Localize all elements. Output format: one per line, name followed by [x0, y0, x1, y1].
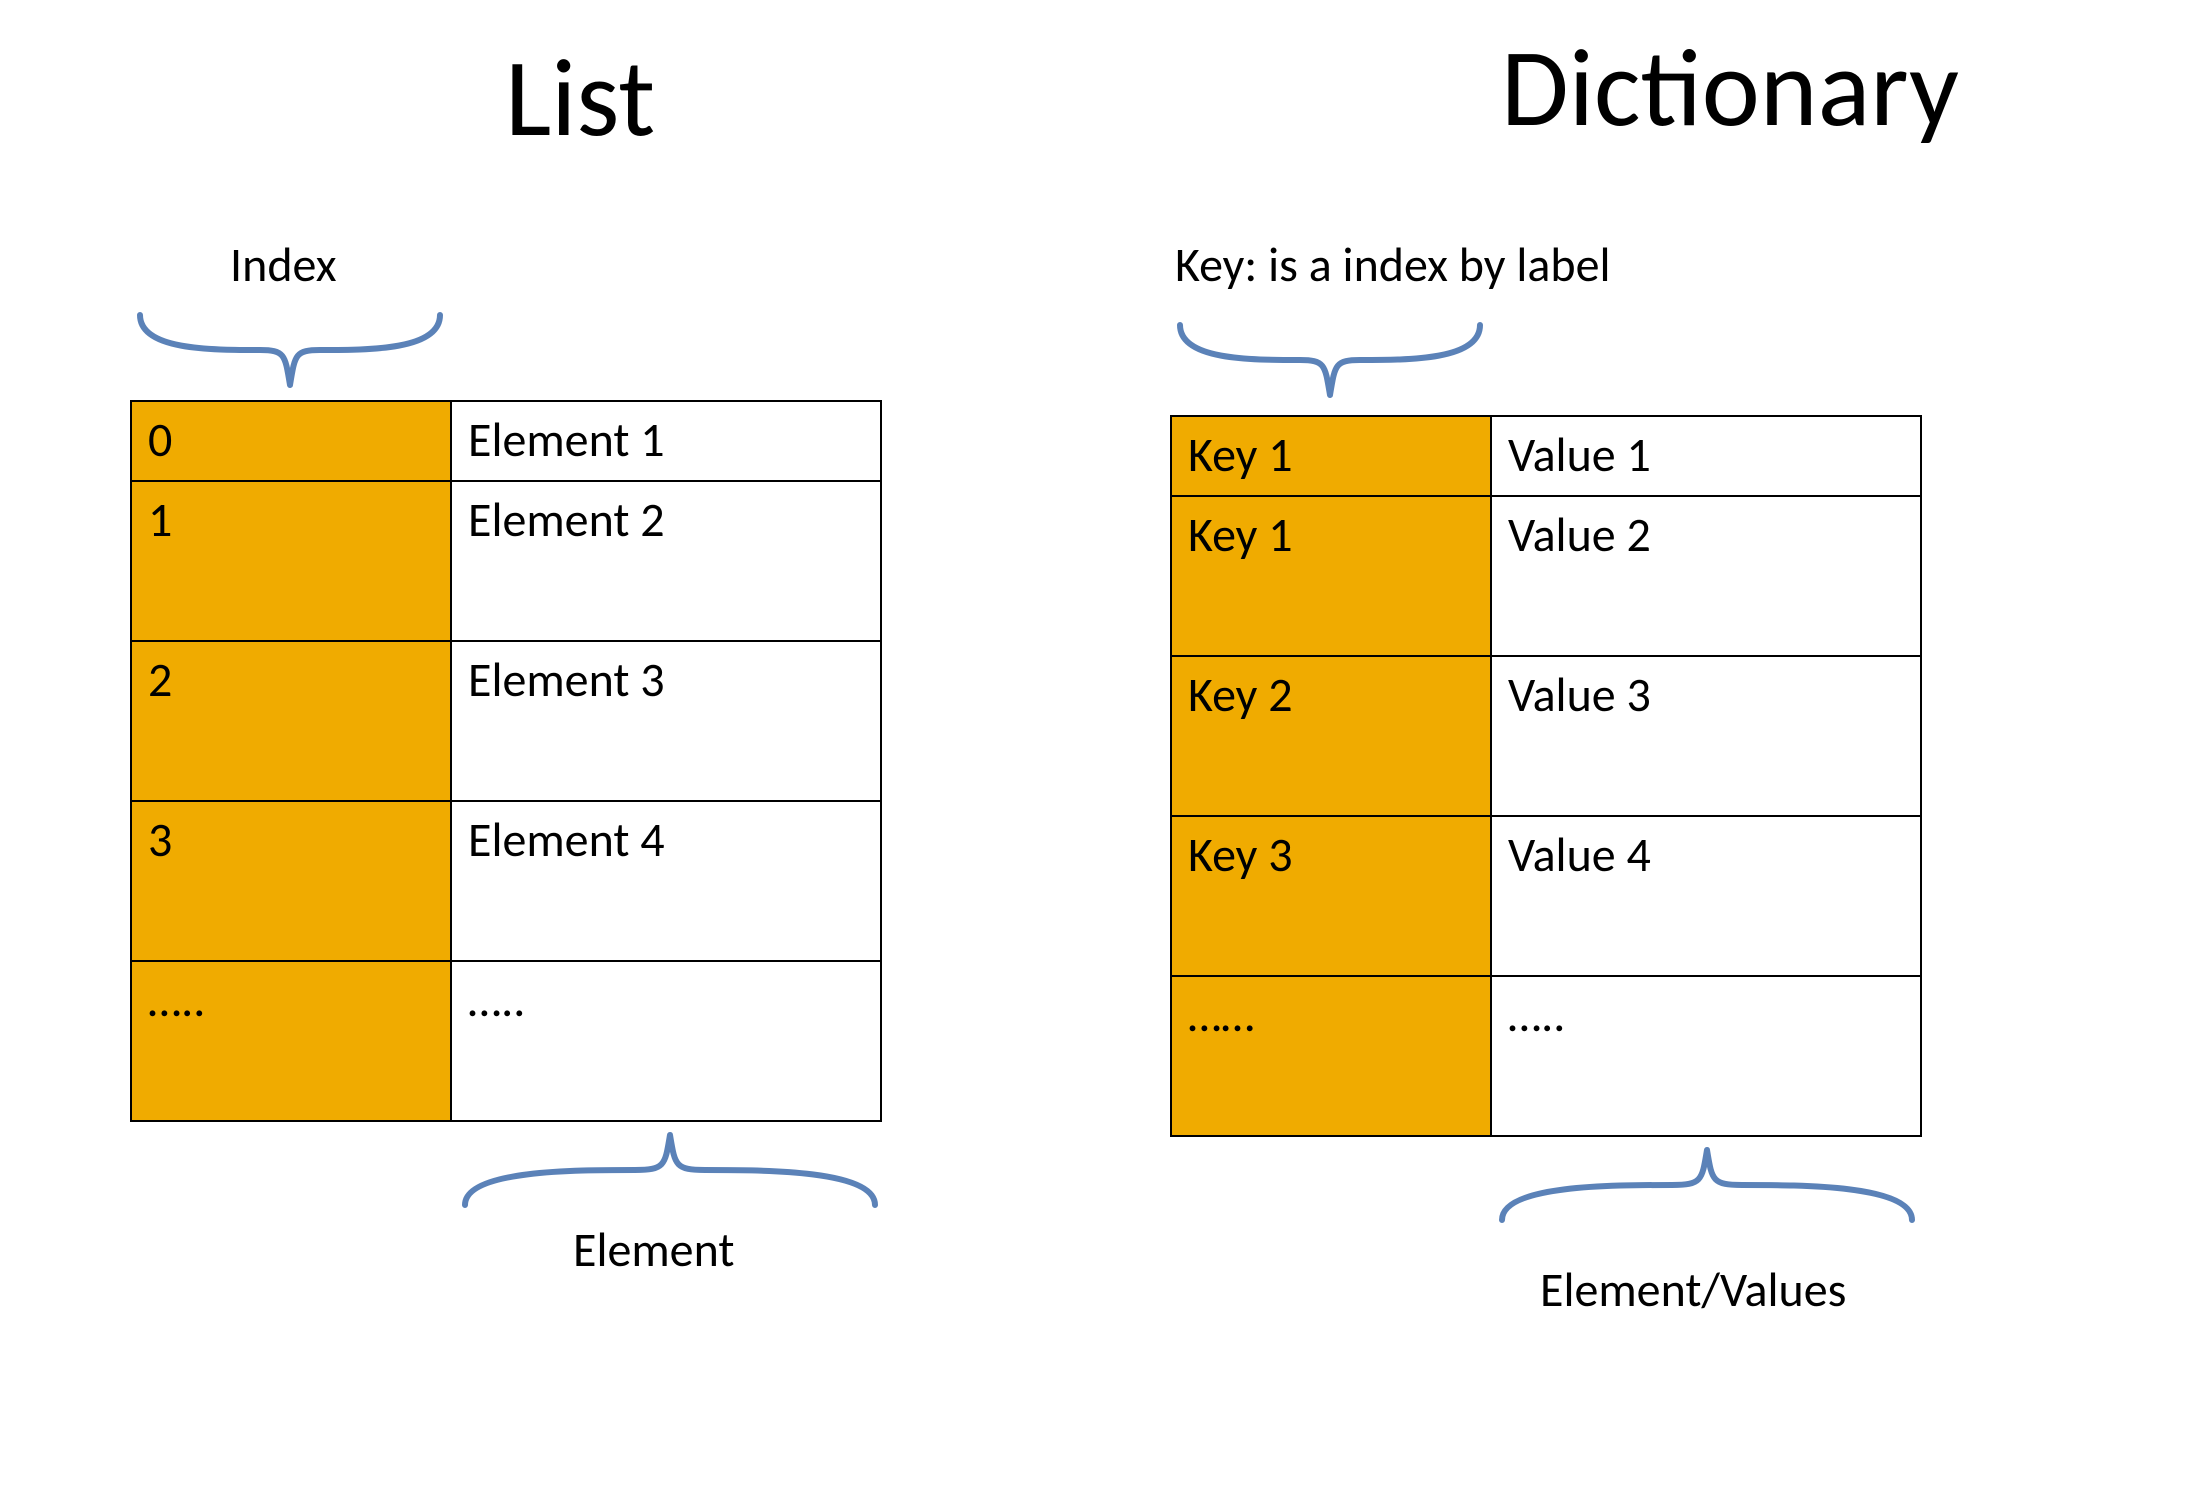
list-index-label: Index	[230, 235, 336, 294]
diagram-stage: List Index 0Element 11Element 22Element …	[0, 0, 2208, 1490]
list-value-cell: …..	[451, 961, 881, 1121]
list-index-cell: 0	[131, 401, 451, 481]
brace-icon	[1170, 315, 1490, 405]
dict-key-cell: Key 1	[1171, 416, 1491, 496]
dict-key-cell: Key 1	[1171, 496, 1491, 656]
list-table: 0Element 11Element 22Element 33Element 4…	[130, 400, 882, 1122]
list-value-cell: Element 3	[451, 641, 881, 801]
dict-key-cell: Key 3	[1171, 816, 1491, 976]
dict-value-cell: …..	[1491, 976, 1921, 1136]
list-value-cell: Element 1	[451, 401, 881, 481]
dict-key-label: Key: is a index by label	[1175, 235, 1611, 294]
brace-icon	[130, 305, 450, 395]
table-row: Key 1Value 2	[1171, 496, 1921, 656]
dict-key-cell: ……	[1171, 976, 1491, 1136]
dict-value-cell: Value 2	[1491, 496, 1921, 656]
list-value-cell: Element 4	[451, 801, 881, 961]
table-row: Key 3Value 4	[1171, 816, 1921, 976]
list-index-cell: 1	[131, 481, 451, 641]
list-title: List	[380, 30, 780, 165]
table-row: …..…..	[131, 961, 881, 1121]
table-row: Key 1Value 1	[1171, 416, 1921, 496]
table-row: 1Element 2	[131, 481, 881, 641]
list-index-cell: 2	[131, 641, 451, 801]
dict-title: Dictionary	[1380, 20, 2080, 155]
list-element-label: Element	[573, 1220, 734, 1279]
table-row: 0Element 1	[131, 401, 881, 481]
dict-value-cell: Value 4	[1491, 816, 1921, 976]
list-index-cell: …..	[131, 961, 451, 1121]
table-row: ………..	[1171, 976, 1921, 1136]
dict-value-cell: Value 1	[1491, 416, 1921, 496]
brace-icon	[1492, 1140, 1922, 1230]
table-row: 2Element 3	[131, 641, 881, 801]
list-index-cell: 3	[131, 801, 451, 961]
list-value-cell: Element 2	[451, 481, 881, 641]
dict-value-cell: Value 3	[1491, 656, 1921, 816]
dict-table: Key 1Value 1Key 1Value 2Key 2Value 3Key …	[1170, 415, 1922, 1137]
dict-key-cell: Key 2	[1171, 656, 1491, 816]
table-row: 3Element 4	[131, 801, 881, 961]
brace-icon	[455, 1125, 885, 1215]
dict-value-label: Element/Values	[1540, 1260, 1846, 1319]
table-row: Key 2Value 3	[1171, 656, 1921, 816]
